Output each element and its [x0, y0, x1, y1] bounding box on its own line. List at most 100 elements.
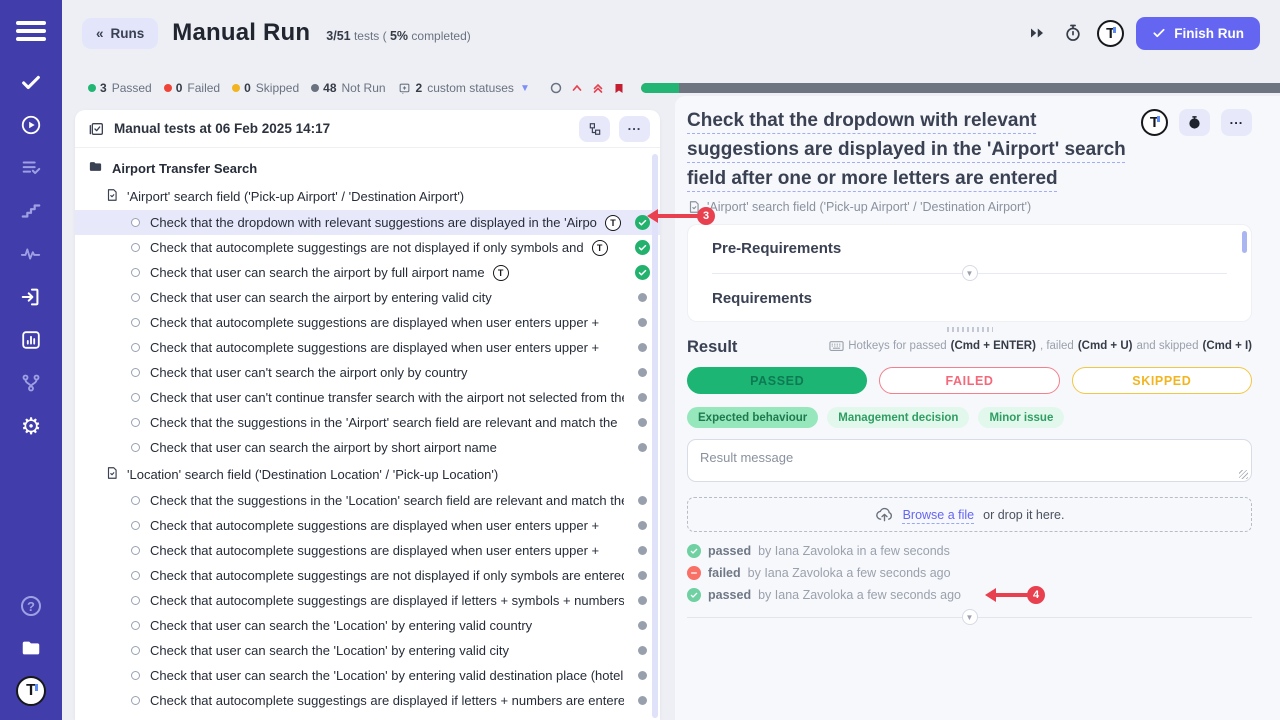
test-radio-icon[interactable] — [131, 268, 140, 277]
timer-icon[interactable] — [1061, 21, 1085, 45]
test-row[interactable]: Check that user can search the 'Location… — [75, 613, 660, 638]
runs-icon[interactable] — [17, 111, 45, 139]
analytics-icon[interactable] — [17, 326, 45, 354]
test-title[interactable]: Check that the dropdown with relevant su… — [687, 106, 1139, 193]
result-tag[interactable]: Management decision — [827, 407, 969, 428]
severity-critical-icon[interactable] — [592, 82, 604, 95]
back-to-runs-button[interactable]: «Runs — [82, 18, 158, 49]
history-toggle-icon[interactable]: ▼ — [962, 609, 978, 625]
severity-high-icon[interactable] — [571, 82, 583, 94]
severity-normal-icon[interactable] — [550, 82, 562, 94]
tree-suite-row[interactable]: 'Airport' search field ('Pick-up Airport… — [75, 182, 660, 210]
result-message-input[interactable] — [687, 439, 1252, 482]
resize-grip[interactable] — [947, 327, 993, 332]
history-text: by Iana Zavoloka in a few seconds — [758, 544, 950, 558]
test-logo-icon: T — [493, 265, 509, 281]
testomat-logo[interactable]: T — [1097, 20, 1124, 47]
test-row[interactable]: Check that autocomplete suggestions are … — [75, 335, 660, 360]
page-title: Manual Run — [172, 19, 310, 47]
result-tag[interactable]: Expected behaviour — [687, 407, 818, 428]
test-radio-icon[interactable] — [131, 596, 140, 605]
test-radio-icon[interactable] — [131, 496, 140, 505]
test-radio-icon[interactable] — [131, 571, 140, 580]
test-row[interactable]: Check that autocomplete suggestings are … — [75, 563, 660, 588]
test-row[interactable]: Check that autocomplete suggestions are … — [75, 513, 660, 538]
test-radio-icon[interactable] — [131, 368, 140, 377]
test-logo-icon: T — [592, 240, 608, 256]
menu-icon[interactable] — [16, 16, 46, 46]
file-dropzone[interactable]: Browse a file or drop it here. — [687, 497, 1252, 532]
import-icon[interactable] — [17, 283, 45, 311]
test-radio-icon[interactable] — [131, 621, 140, 630]
test-row[interactable]: Check that autocomplete suggestions are … — [75, 310, 660, 335]
status-notrun-icon — [638, 293, 647, 302]
folder-label: Airport Transfer Search — [112, 161, 257, 176]
custom-statuses[interactable]: 2custom statuses▼ — [398, 81, 530, 95]
custom-statuses-icon — [398, 82, 411, 95]
tree-scrollbar[interactable] — [652, 154, 658, 718]
test-title: Check that autocomplete suggestings are … — [150, 693, 624, 708]
test-radio-icon[interactable] — [131, 521, 140, 530]
test-row[interactable]: Check that autocomplete suggestions are … — [75, 538, 660, 563]
branches-icon[interactable] — [17, 369, 45, 397]
test-radio-icon[interactable] — [131, 293, 140, 302]
tree-view-button[interactable] — [579, 116, 610, 142]
passed-button[interactable]: PASSED — [687, 367, 867, 394]
test-row[interactable]: Check that the dropdown with relevant su… — [75, 210, 660, 235]
detail-more-button[interactable]: ... — [1221, 109, 1252, 136]
test-row[interactable]: Check that user can't continue transfer … — [75, 385, 660, 410]
status-notrun-icon — [638, 393, 647, 402]
test-radio-icon[interactable] — [131, 243, 140, 252]
tests-icon[interactable] — [17, 68, 45, 96]
tree-suite-row[interactable]: 'Location' search field ('Destination Lo… — [75, 460, 660, 488]
description-scrollbar[interactable] — [1242, 231, 1247, 253]
test-radio-icon[interactable] — [131, 218, 140, 227]
test-radio-icon[interactable] — [131, 393, 140, 402]
test-row[interactable]: Check that user can search the 'Location… — [75, 638, 660, 663]
test-plans-icon[interactable] — [17, 154, 45, 182]
test-radio-icon[interactable] — [131, 671, 140, 680]
test-row[interactable]: Check that autocomplete suggestings are … — [75, 688, 660, 713]
browse-file-link[interactable]: Browse a file — [903, 508, 975, 522]
tree-more-button[interactable]: ... — [619, 116, 650, 142]
test-row[interactable]: Check that user can search the 'Location… — [75, 663, 660, 688]
steps-icon[interactable] — [17, 197, 45, 225]
hotkeys-hint: Hotkeys for passed(Cmd + ENTER), failed(… — [829, 340, 1252, 352]
help-icon[interactable]: ? — [17, 592, 45, 620]
test-row[interactable]: Check that the suggestions in the 'Airpo… — [75, 410, 660, 435]
test-radio-icon[interactable] — [131, 646, 140, 655]
textarea-resize-handle[interactable] — [1239, 470, 1248, 479]
skipped-button[interactable]: SKIPPED — [1072, 367, 1252, 394]
test-title: Check that autocomplete suggestions are … — [150, 543, 599, 558]
pulse-icon[interactable] — [17, 240, 45, 268]
test-radio-icon[interactable] — [131, 318, 140, 327]
history-row: passedby Iana Zavoloka a few seconds ago — [687, 586, 1252, 603]
test-row[interactable]: Check that autocomplete suggestings are … — [75, 235, 660, 260]
result-tag[interactable]: Minor issue — [978, 407, 1064, 428]
timer-button[interactable] — [1179, 109, 1210, 136]
test-row[interactable]: Check that user can search the airport b… — [75, 285, 660, 310]
suite-breadcrumb[interactable]: 'Airport' search field ('Pick-up Airport… — [687, 200, 1252, 214]
test-title: Check that autocomplete suggestions are … — [150, 340, 599, 355]
test-row[interactable]: Check that user can search the airport b… — [75, 435, 660, 460]
collapse-toggle-icon[interactable]: ▼ — [962, 265, 978, 281]
run-source-title: Manual tests at 06 Feb 2025 14:17 — [114, 121, 570, 136]
test-row[interactable]: Check that user can search the airport b… — [75, 260, 660, 285]
severity-blocker-icon[interactable] — [613, 82, 625, 95]
profile-avatar[interactable]: T — [16, 676, 46, 706]
test-radio-icon[interactable] — [131, 546, 140, 555]
test-radio-icon[interactable] — [131, 696, 140, 705]
finish-run-button[interactable]: Finish Run — [1136, 17, 1260, 50]
tree-folder-row[interactable]: Airport Transfer Search — [75, 154, 660, 182]
test-radio-icon[interactable] — [131, 418, 140, 427]
test-row[interactable]: Check that autocomplete suggestings are … — [75, 588, 660, 613]
test-row[interactable]: Check that user can't search the airport… — [75, 360, 660, 385]
settings-gear-icon[interactable]: ⚙ — [17, 412, 45, 440]
failed-button[interactable]: FAILED — [879, 367, 1059, 394]
test-radio-icon[interactable] — [131, 443, 140, 452]
test-row[interactable]: Check that the suggestions in the 'Locat… — [75, 488, 660, 513]
test-radio-icon[interactable] — [131, 343, 140, 352]
fast-forward-icon[interactable] — [1025, 21, 1049, 45]
status-notrun-icon — [638, 596, 647, 605]
projects-folder-icon[interactable] — [17, 634, 45, 662]
